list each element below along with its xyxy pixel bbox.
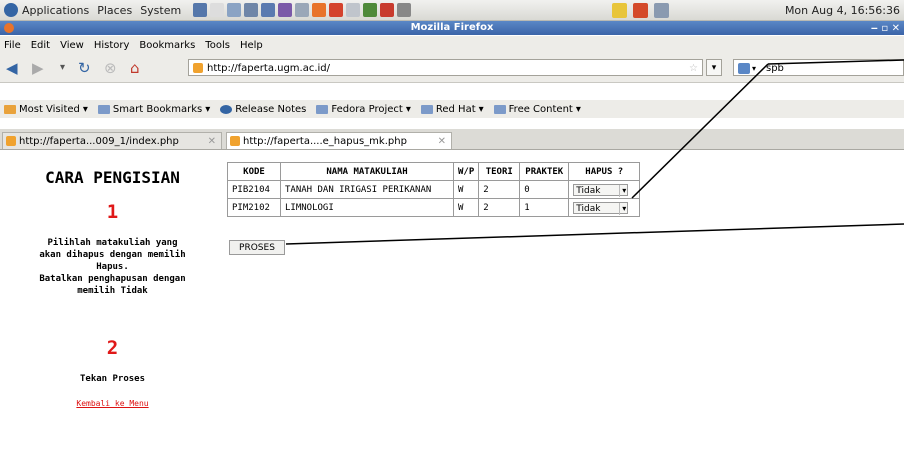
annotation-lines [285, 59, 904, 245]
annotation-line [285, 223, 904, 245]
annotation-line [767, 59, 904, 65]
annotation-line [631, 63, 769, 199]
